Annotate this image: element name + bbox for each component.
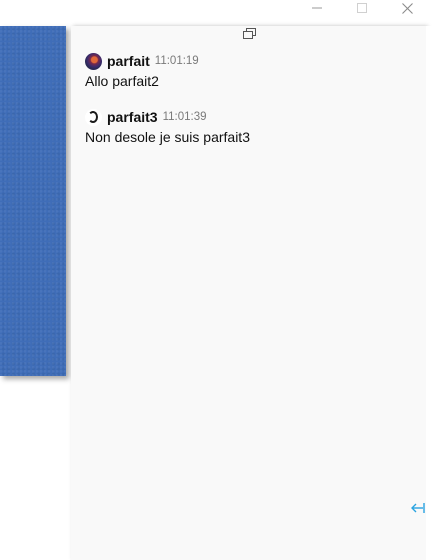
- title-bar: [0, 0, 432, 22]
- message-header: parfait3 11:01:39: [85, 108, 405, 126]
- collapse-panel-icon: [410, 503, 426, 520]
- app-window: parfait 11:01:19 Allo parfait2 parfait3 …: [0, 0, 432, 560]
- minimize-button[interactable]: [302, 0, 332, 16]
- message-time: 11:01:39: [162, 111, 207, 123]
- message-time: 11:01:19: [154, 55, 199, 67]
- avatar[interactable]: [85, 52, 102, 70]
- maximize-icon: [356, 3, 368, 13]
- collapse-panel-button[interactable]: [410, 500, 426, 516]
- message-author[interactable]: parfait3: [107, 109, 158, 125]
- message-text: Non desole je suis parfait3: [85, 129, 250, 145]
- message-author[interactable]: parfait: [107, 53, 150, 69]
- popout-window-icon: [243, 27, 257, 44]
- minimize-icon: [311, 3, 323, 13]
- message-text: Allo parfait2: [85, 73, 159, 89]
- close-icon: [401, 2, 413, 14]
- chat-panel: parfait 11:01:19 Allo parfait2 parfait3 …: [71, 26, 426, 560]
- chat-message: parfait 11:01:19 Allo parfait2: [85, 52, 405, 89]
- chat-message: parfait3 11:01:39 Non desole je suis par…: [85, 108, 405, 145]
- video-stage: [0, 26, 66, 376]
- popout-button[interactable]: [243, 27, 257, 39]
- maximize-button[interactable]: [347, 0, 377, 16]
- message-header: parfait 11:01:19: [85, 52, 405, 70]
- close-button[interactable]: [392, 0, 422, 16]
- panel-edge: [426, 26, 432, 560]
- avatar[interactable]: [85, 108, 102, 126]
